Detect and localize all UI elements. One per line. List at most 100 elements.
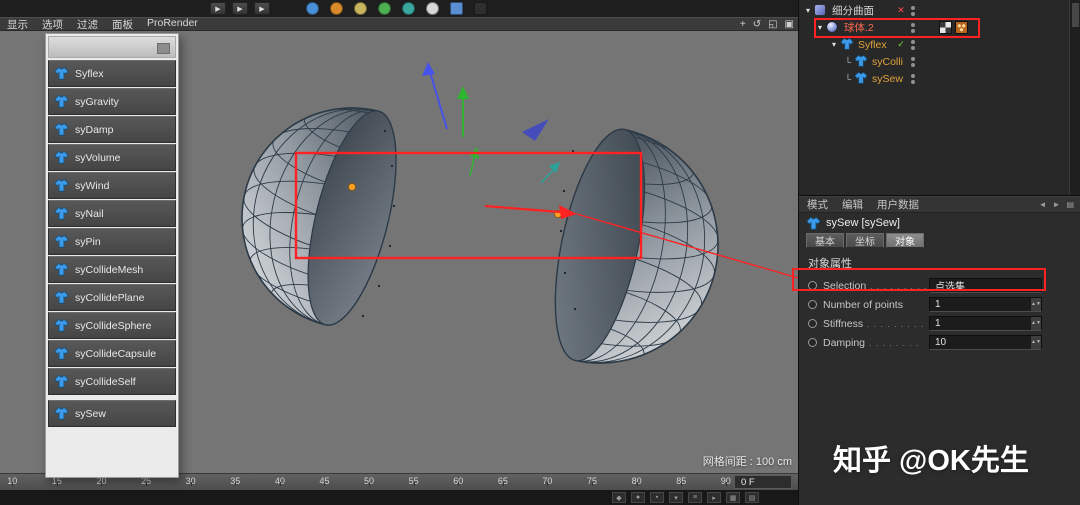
leader-dots: . . . . . . . . .: [867, 318, 925, 329]
phong-tag-icon[interactable]: [939, 21, 952, 34]
enable-state-icon[interactable]: ✓: [895, 39, 907, 50]
keyframe-circle-icon[interactable]: [808, 319, 817, 328]
snap-icon[interactable]: ▦: [726, 492, 740, 503]
menu-item[interactable]: syDamp: [48, 116, 176, 143]
ruler-tick: 50: [347, 474, 392, 486]
attribute-tab[interactable]: 基本: [806, 233, 844, 248]
timeline-track-icon[interactable]: ≡: [688, 492, 702, 503]
timeline-record-icon[interactable]: ●: [631, 492, 645, 503]
subdivision-surface-icon: [814, 4, 826, 16]
right-hemisphere-mesh[interactable]: [460, 105, 740, 385]
maximize-view-icon[interactable]: ▣: [785, 19, 794, 30]
object-row[interactable]: Syflex ✓: [799, 36, 1080, 53]
menu-item[interactable]: syCollideMesh: [48, 256, 176, 283]
shirt-icon: [54, 95, 69, 108]
play-button[interactable]: ▶: [210, 2, 226, 15]
pan-view-icon[interactable]: +: [740, 19, 746, 30]
menu-item[interactable]: syWind: [48, 172, 176, 199]
forward-icon[interactable]: ►: [1053, 200, 1061, 209]
viewport-menu-item[interactable]: 显示: [0, 17, 35, 32]
move-tool-icon[interactable]: [306, 2, 319, 15]
back-icon[interactable]: ◄: [1039, 200, 1047, 209]
menu-header[interactable]: [48, 36, 176, 58]
viewport-menu-item[interactable]: ProRender: [140, 17, 205, 32]
menu-item[interactable]: syCollidePlane: [48, 284, 176, 311]
render-tool-icon[interactable]: [474, 2, 487, 15]
expand-toggle-icon[interactable]: [815, 23, 825, 32]
panel-menu-icon[interactable]: ▤: [1066, 200, 1074, 209]
pen-tool-icon[interactable]: [426, 2, 439, 15]
visibility-dots[interactable]: [911, 22, 915, 33]
play-button[interactable]: ▶: [254, 2, 270, 15]
visibility-dots[interactable]: [911, 39, 915, 50]
menu-item[interactable]: syNail: [48, 200, 176, 227]
visibility-dots[interactable]: [911, 5, 915, 16]
spinner-arrows[interactable]: ▲▼: [1030, 298, 1041, 311]
scrollbar[interactable]: [1069, 0, 1080, 195]
timeline-options-icon[interactable]: ▸: [707, 492, 721, 503]
attribute-value-field[interactable]: 点选集 ▲▼: [929, 278, 1042, 293]
rotate-tool-icon[interactable]: [330, 2, 343, 15]
visibility-dots[interactable]: [911, 56, 915, 67]
expand-toggle-icon[interactable]: [803, 6, 813, 15]
section-title[interactable]: 对象属性: [799, 255, 1080, 271]
object-row[interactable]: 细分曲面 ✕: [799, 2, 1080, 19]
visibility-dots[interactable]: [911, 73, 915, 84]
selection-tag-icon[interactable]: [955, 21, 968, 34]
menu-item[interactable]: syGravity: [48, 88, 176, 115]
enable-state-icon[interactable]: ✕: [895, 5, 907, 16]
timeline-key-icon[interactable]: ◆: [612, 492, 626, 503]
object-row[interactable]: sySew: [799, 70, 1080, 87]
coord-tool-icon[interactable]: [402, 2, 415, 15]
timeline-marker-icon[interactable]: ▾: [669, 492, 683, 503]
spinner-arrows[interactable]: ▲▼: [1030, 336, 1041, 349]
bottom-toolbar: ◆ ● ▪ ▾ ≡ ▸ ▦ ▤: [0, 490, 798, 505]
expand-toggle-icon[interactable]: [843, 74, 853, 84]
object-row[interactable]: syColli: [799, 53, 1080, 70]
attribute-menu-item[interactable]: 编辑: [842, 197, 863, 212]
attribute-tab[interactable]: 坐标: [846, 233, 884, 248]
attribute-value-field[interactable]: 10 ▲▼: [929, 335, 1042, 350]
object-icon: [840, 38, 854, 51]
object-row[interactable]: 球体.2: [799, 19, 1080, 36]
axis-gizmo[interactable]: [422, 62, 560, 184]
rotate-view-icon[interactable]: ↺: [753, 19, 761, 30]
menu-item[interactable]: sySew: [48, 400, 176, 427]
axis-tool-icon[interactable]: [378, 2, 391, 15]
spinner-arrows[interactable]: ▲▼: [1030, 317, 1041, 330]
shirt-icon: [840, 38, 854, 50]
scale-tool-icon[interactable]: [354, 2, 367, 15]
play-button[interactable]: ▶: [232, 2, 248, 15]
attribute-tab[interactable]: 对象: [886, 233, 924, 248]
menu-item[interactable]: syCollideSelf: [48, 368, 176, 395]
selected-point-left[interactable]: [348, 183, 356, 191]
attribute-menu-item[interactable]: 模式: [807, 197, 828, 212]
menu-item[interactable]: syCollideCapsule: [48, 340, 176, 367]
menu-item[interactable]: Syflex: [48, 60, 176, 87]
grid-tool-icon[interactable]: [450, 2, 463, 15]
grid-toggle-icon[interactable]: ▤: [745, 492, 759, 503]
tag-icons: [939, 21, 968, 34]
current-frame-field[interactable]: 0 F: [734, 475, 792, 489]
attribute-row: Damping . . . . . . . . 10 ▲▼: [799, 333, 1080, 352]
menu-item[interactable]: syVolume: [48, 144, 176, 171]
shirt-icon: [54, 123, 69, 136]
timeline-keyframe-icon[interactable]: ▪: [650, 492, 664, 503]
keyframe-circle-icon[interactable]: [808, 300, 817, 309]
ruler-tick: 65: [481, 474, 526, 486]
viewport-menu-item[interactable]: 面板: [105, 17, 140, 32]
menu-item[interactable]: syCollideSphere: [48, 312, 176, 339]
attribute-value-field[interactable]: 1 ▲▼: [929, 297, 1042, 312]
keyframe-circle-icon[interactable]: [808, 338, 817, 347]
viewport-menu-item[interactable]: 过滤: [70, 17, 105, 32]
attribute-menu-item[interactable]: 用户数据: [877, 197, 919, 212]
attribute-value-field[interactable]: 1 ▲▼: [929, 316, 1042, 331]
menu-item[interactable]: syPin: [48, 228, 176, 255]
object-manager[interactable]: 细分曲面 ✕ 球体.2: [799, 0, 1080, 196]
zoom-view-icon[interactable]: ◱: [768, 19, 777, 30]
viewport-menu-item[interactable]: 选项: [35, 17, 70, 32]
shirt-icon: [54, 179, 69, 192]
expand-toggle-icon[interactable]: [829, 40, 839, 49]
keyframe-circle-icon[interactable]: [808, 281, 817, 290]
expand-toggle-icon[interactable]: [843, 57, 853, 67]
